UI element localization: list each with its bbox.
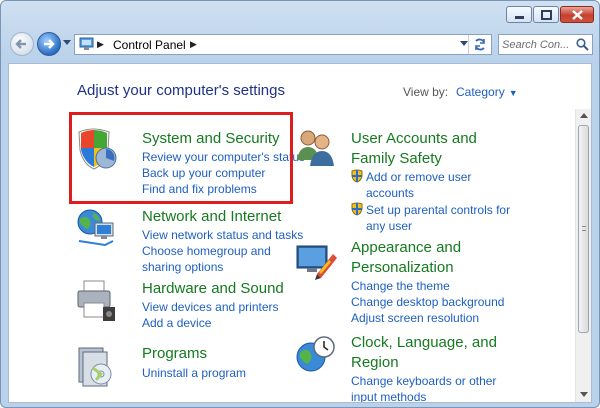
category-title-programs[interactable]: Programs [142,344,207,364]
view-by-label: View by: [403,85,449,99]
category-title-appearance-line2[interactable]: Personalization [351,258,454,278]
link-view-devices-printers[interactable]: View devices and printers [142,299,279,315]
link-change-keyboards[interactable]: Change keyboards or other [351,373,496,389]
close-icon [572,10,583,20]
link-uninstall-program[interactable]: Uninstall a program [142,365,246,381]
vertical-scrollbar[interactable] [575,109,591,402]
search-icon[interactable] [576,38,589,51]
breadcrumb-control-panel[interactable]: Control Panel [113,38,186,52]
link-change-desktop-background[interactable]: Change desktop background [351,294,504,310]
control-panel-window: ▶ Control Panel ▶ Adjust your computer' [0,0,600,408]
navigation-bar: ▶ Control Panel ▶ [1,28,599,62]
monitor-icon [296,245,337,280]
link-change-theme[interactable]: Change the theme [351,278,450,294]
dropdown-arrow-icon: ▼ [508,88,518,98]
link-choose-homegroup[interactable]: Choose homegroup and [142,243,271,259]
category-title-appearance-line1[interactable]: Appearance and [351,238,461,258]
arrow-left-icon [15,39,26,49]
search-box[interactable] [498,34,593,55]
category-title-hardware-sound[interactable]: Hardware and Sound [142,279,284,299]
scroll-up-icon[interactable] [580,113,588,119]
category-title-clock-line1[interactable]: Clock, Language, and [351,333,497,353]
back-button[interactable] [10,32,34,56]
scrollbar-grip [582,226,586,231]
address-bar[interactable]: ▶ Control Panel ▶ [74,34,492,55]
forward-button[interactable] [37,32,61,56]
uac-shield-icon [351,169,363,183]
highlight-box [69,112,293,204]
refresh-button[interactable] [468,35,491,54]
recent-pages-chevron-icon[interactable] [63,40,71,46]
scroll-down-icon[interactable] [580,392,588,398]
view-by-value: Category [456,85,505,99]
content-pane: Adjust your computer's settings View by:… [8,63,592,403]
control-panel-icon [79,37,94,50]
scrollbar-thumb[interactable] [578,125,589,333]
category-title-user-accounts-line1[interactable]: User Accounts and [351,129,477,149]
link-set-up-parental-controls[interactable]: Set up parental controls for [366,202,510,218]
close-button[interactable] [560,6,594,23]
maximize-icon [541,10,552,20]
search-input[interactable] [502,37,572,52]
link-accounts[interactable]: accounts [366,185,414,201]
globe-network-icon [77,209,114,247]
refresh-icon [475,38,485,51]
clock-globe-icon [296,336,335,372]
page-title: Adjust your computer's settings [77,82,285,99]
view-by-dropdown[interactable]: Category ▼ [456,85,518,99]
title-bar [1,1,599,27]
minimize-button[interactable] [506,6,532,23]
programs-icon [78,347,112,387]
link-adjust-screen-resolution[interactable]: Adjust screen resolution [351,310,479,326]
link-input-methods[interactable]: input methods [351,389,426,402]
breadcrumb-separator[interactable]: ▶ [190,39,197,50]
category-title-user-accounts-line2[interactable]: Family Safety [351,149,442,169]
address-dropdown-icon[interactable] [460,41,468,47]
breadcrumb-separator[interactable]: ▶ [97,39,104,50]
link-view-network-status[interactable]: View network status and tasks [142,227,303,243]
minimize-icon [515,16,524,19]
users-icon [297,130,334,166]
category-title-clock-line2[interactable]: Region [351,353,399,373]
link-add-remove-user[interactable]: Add or remove user [366,169,471,185]
uac-shield-icon [351,202,363,216]
link-add-device[interactable]: Add a device [142,315,211,331]
category-title-network-internet[interactable]: Network and Internet [142,207,281,227]
link-any-user[interactable]: any user [366,218,412,234]
link-sharing-options[interactable]: sharing options [142,259,223,275]
printer-icon [77,280,115,321]
arrow-right-icon [44,39,55,49]
maximize-button[interactable] [533,6,559,23]
